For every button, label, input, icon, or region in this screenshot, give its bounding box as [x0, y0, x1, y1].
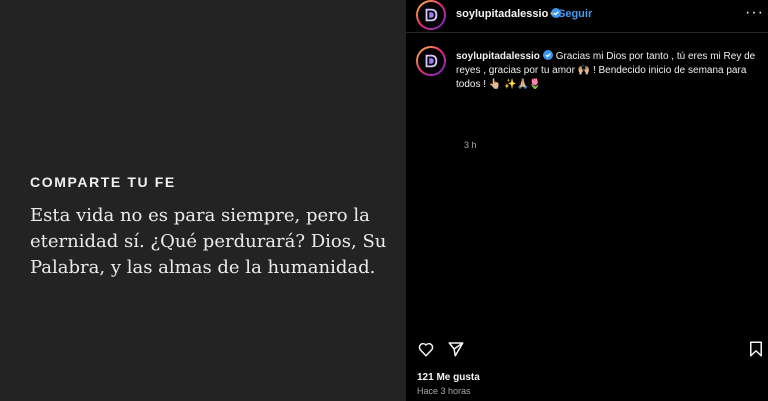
heart-icon[interactable]	[417, 340, 435, 358]
avatar-logo-icon	[425, 8, 438, 22]
caption-timestamp: 3 h	[464, 140, 477, 150]
avatar-logo-icon	[425, 54, 438, 68]
post-image[interactable]: COMPARTE TU FE Esta vida no es para siem…	[0, 0, 406, 401]
follow-button[interactable]: Seguir	[558, 8, 592, 20]
caption-text: soylupitadalessio Gracias mi Dios por ta…	[456, 50, 764, 92]
post-header: soylupitadalessio • Seguir ···	[416, 0, 766, 30]
caption-avatar[interactable]	[416, 46, 446, 76]
bookmark-icon[interactable]	[747, 340, 765, 358]
post-actions	[417, 340, 767, 360]
header-username[interactable]: soylupitadalessio	[456, 8, 562, 20]
post-timestamp: Hace 3 horas	[417, 386, 471, 396]
more-options-icon[interactable]: ···	[745, 4, 764, 22]
verse-kicker: COMPARTE TU FE	[30, 174, 176, 190]
verse-text: Esta vida no es para siempre, pero la et…	[30, 205, 387, 278]
likes-count[interactable]: 121 Me gusta	[417, 372, 480, 383]
avatar[interactable]	[416, 0, 446, 30]
paper-plane-icon[interactable]	[447, 340, 465, 358]
verified-badge-icon	[542, 50, 553, 60]
caption-username[interactable]: soylupitadalessio	[456, 51, 540, 62]
header-username-text[interactable]: soylupitadalessio	[456, 8, 548, 20]
header-divider	[406, 32, 768, 33]
header-separator: •	[550, 8, 554, 20]
